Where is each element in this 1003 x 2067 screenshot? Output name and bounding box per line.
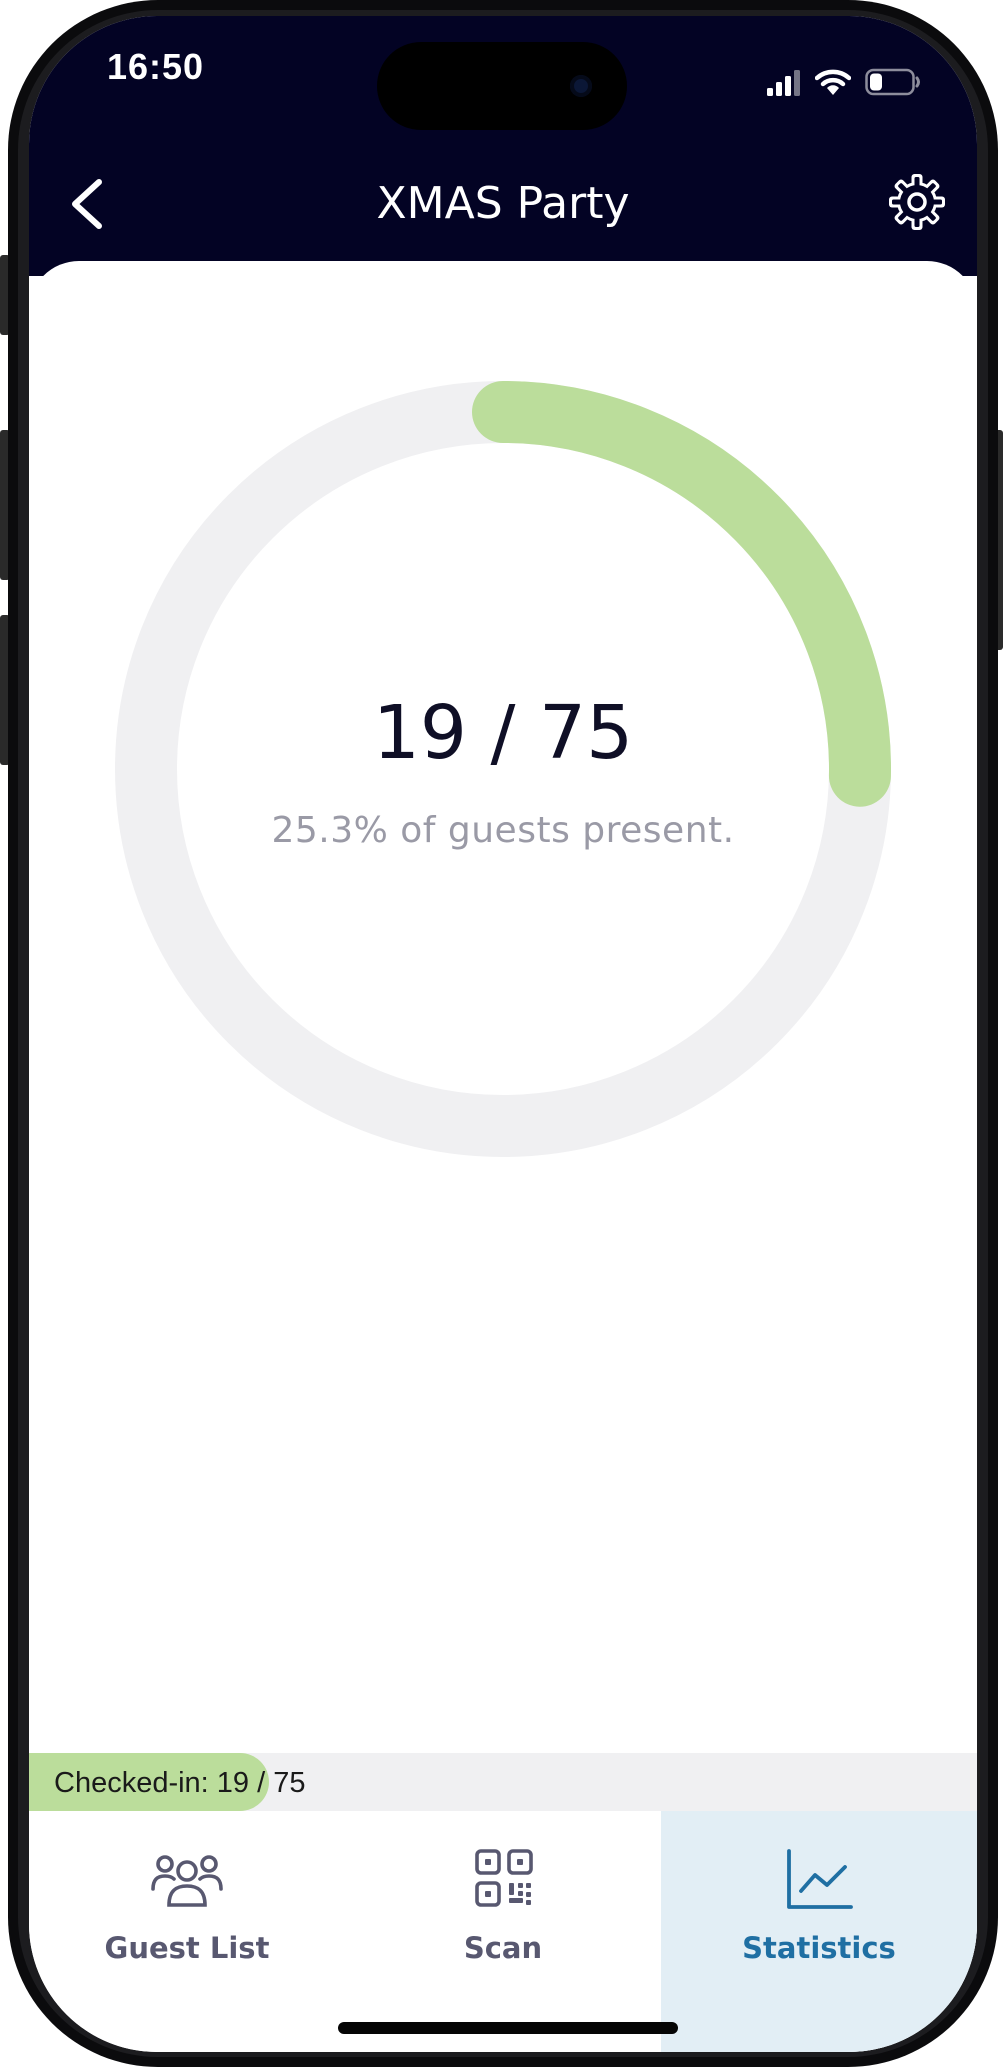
signal-icon	[767, 70, 800, 96]
app-header: XMAS Party	[29, 146, 977, 276]
tab-scan-label: Scan	[463, 1931, 543, 1965]
checked-in-count: 19 / 75	[372, 690, 634, 776]
tab-statistics-label: Statistics	[742, 1931, 896, 1965]
checked-in-progress-bar: Checked-in: 19 / 75	[29, 1753, 977, 1811]
settings-button[interactable]	[885, 170, 949, 234]
battery-icon	[865, 68, 920, 96]
tab-scan[interactable]: Scan	[345, 1811, 661, 2052]
tab-guest-list[interactable]: Guest List	[29, 1811, 345, 2052]
qr-code-icon	[475, 1849, 533, 1907]
gear-icon	[889, 174, 945, 230]
tab-guest-list-label: Guest List	[104, 1931, 270, 1965]
users-icon	[151, 1855, 223, 1907]
screen: 16:50 XMAS Party 19 / 75 25.3% of guests…	[29, 16, 977, 2052]
status-icons	[767, 68, 921, 96]
chart-line-icon	[787, 1849, 853, 1909]
dynamic-island	[377, 42, 627, 130]
progress-bar-label: Checked-in: 19 / 75	[54, 1767, 306, 1799]
home-indicator	[338, 2022, 678, 2034]
percent-present-text: 25.3% of guests present.	[271, 810, 735, 851]
page-title: XMAS Party	[376, 178, 630, 229]
wifi-icon	[815, 69, 851, 95]
status-bar: 16:50	[29, 16, 977, 146]
tab-statistics[interactable]: Statistics	[661, 1811, 977, 2052]
status-time: 16:50	[107, 46, 205, 87]
bottom-tab-bar: Guest List Scan Statistics	[29, 1811, 977, 2052]
camera-icon	[570, 75, 592, 97]
